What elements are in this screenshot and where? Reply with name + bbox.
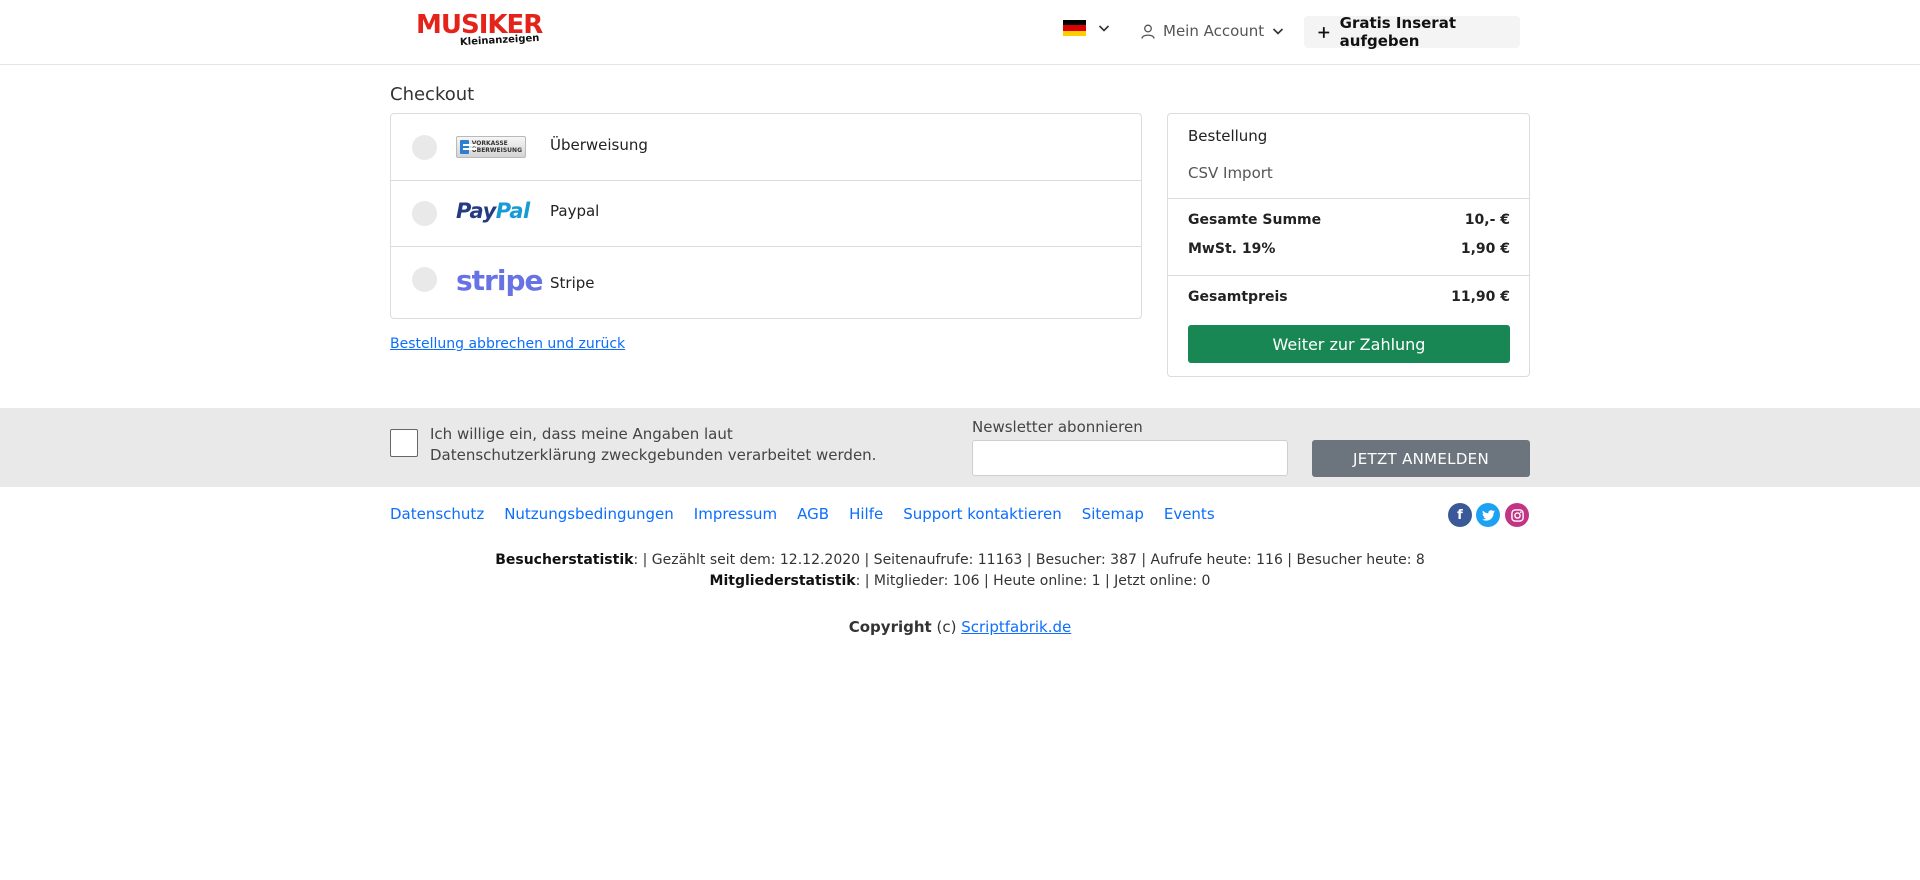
instagram-camera-glyph	[1510, 508, 1524, 522]
divider	[1168, 275, 1529, 276]
copyright: Copyright (c) Scriptfabrik.de	[0, 618, 1920, 636]
payment-option-stripe[interactable]: stripe Stripe	[391, 246, 1141, 318]
vat-value: 1,90 €	[1460, 241, 1510, 257]
footer-link-sitemap[interactable]: Sitemap	[1082, 505, 1144, 523]
footer-link-events[interactable]: Events	[1164, 505, 1215, 523]
order-item: CSV Import	[1188, 164, 1273, 182]
paypal-logo-part1: Pay	[456, 199, 496, 223]
site-header: MUSIKER Kleinanzeigen Mein Account Grati…	[0, 0, 1920, 65]
payment-label: Überweisung	[550, 136, 648, 154]
german-flag-icon	[1063, 20, 1086, 36]
footer-link-nutzungsbedingungen[interactable]: Nutzungsbedingungen	[504, 505, 674, 523]
total-value: 10,- €	[1464, 212, 1510, 228]
post-ad-button[interactable]: Gratis Inserat aufgeben	[1304, 14, 1520, 50]
newsletter-email-input[interactable]	[972, 440, 1288, 476]
chevron-down-icon	[1098, 25, 1110, 32]
vorkasse-logo-text: VORKASSE ÜBERWEISUNG	[471, 140, 523, 154]
copyright-link[interactable]: Scriptfabrik.de	[961, 618, 1071, 636]
grand-total-value: 11,90 €	[1451, 289, 1510, 305]
vat-row: MwSt. 19% 1,90 €	[1188, 241, 1510, 257]
newsletter-band	[0, 408, 1920, 487]
consent-checkbox[interactable]	[390, 429, 418, 457]
radio-paypal[interactable]	[412, 201, 437, 226]
vorkasse-logo: VORKASSE ÜBERWEISUNG	[456, 136, 526, 158]
member-stats-text: : | Mitglieder: 106 | Heute online: 1 | …	[855, 573, 1211, 589]
visitor-stats-text: : | Gezählt seit dem: 12.12.2020 | Seite…	[633, 552, 1425, 568]
member-stats: Mitgliederstatistik: | Mitglieder: 106 |…	[0, 573, 1920, 589]
member-stats-label: Mitgliederstatistik	[709, 573, 856, 589]
site-logo[interactable]: MUSIKER Kleinanzeigen	[416, 12, 543, 48]
total-label: Gesamte Summe	[1188, 212, 1322, 228]
newsletter-subscribe-button[interactable]: JETZT ANMELDEN	[1312, 440, 1530, 477]
payment-method-list: VORKASSE ÜBERWEISUNG Überweisung PayPal …	[390, 113, 1142, 319]
payment-label: Paypal	[550, 202, 600, 220]
account-label: Mein Account	[1163, 22, 1265, 40]
footer-link-support[interactable]: Support kontaktieren	[903, 505, 1062, 523]
footer-link-hilfe[interactable]: Hilfe	[849, 505, 883, 523]
radio-ueberweisung[interactable]	[412, 135, 437, 160]
twitter-bird-glyph	[1481, 509, 1495, 521]
twitter-icon[interactable]	[1476, 503, 1500, 527]
footer-links: Datenschutz Nutzungsbedingungen Impressu…	[390, 505, 1235, 523]
payment-option-paypal[interactable]: PayPal Paypal	[391, 180, 1141, 247]
consent-text: Ich willige ein, dass meine Angaben laut…	[430, 425, 877, 464]
instagram-icon[interactable]	[1505, 503, 1529, 527]
visitor-stats-label: Besucherstatistik	[495, 552, 634, 568]
copyright-label: Copyright	[848, 618, 932, 636]
grand-total-row: Gesamtpreis 11,90 €	[1188, 289, 1510, 305]
total-row: Gesamte Summe 10,- €	[1188, 212, 1510, 228]
bank-transfer-icon	[460, 140, 477, 154]
footer-link-agb[interactable]: AGB	[797, 505, 829, 523]
facebook-icon[interactable]: f	[1448, 503, 1472, 527]
account-menu[interactable]: Mein Account	[1141, 19, 1284, 43]
visitor-stats: Besucherstatistik: | Gezählt seit dem: 1…	[0, 552, 1920, 568]
newsletter-label: Newsletter abonnieren	[972, 418, 1143, 436]
page-title: Checkout	[390, 84, 475, 105]
order-heading: Bestellung	[1188, 127, 1268, 145]
cancel-order-link[interactable]: Bestellung abbrechen und zurück	[390, 336, 625, 352]
user-icon	[1141, 24, 1155, 39]
payment-option-ueberweisung[interactable]: VORKASSE ÜBERWEISUNG Überweisung	[391, 114, 1141, 181]
payment-label: Stripe	[550, 274, 595, 292]
post-ad-label: Gratis Inserat aufgeben	[1339, 14, 1456, 50]
paypal-logo: PayPal	[456, 199, 530, 223]
footer-link-datenschutz[interactable]: Datenschutz	[390, 505, 484, 523]
grand-total-label: Gesamtpreis	[1188, 289, 1288, 305]
stripe-logo: stripe	[456, 264, 543, 297]
continue-to-payment-button[interactable]: Weiter zur Zahlung	[1188, 325, 1510, 363]
language-selector[interactable]	[1063, 20, 1110, 36]
footer-link-impressum[interactable]: Impressum	[694, 505, 777, 523]
plus-icon	[1318, 26, 1330, 38]
chevron-down-icon	[1273, 28, 1284, 35]
order-summary: Bestellung CSV Import Gesamte Summe 10,-…	[1167, 113, 1530, 377]
copyright-symbol: (c)	[936, 618, 957, 636]
paypal-logo-part2: Pal	[495, 199, 530, 223]
divider	[1168, 198, 1529, 199]
vat-label: MwSt. 19%	[1188, 241, 1276, 257]
radio-stripe[interactable]	[412, 267, 437, 292]
